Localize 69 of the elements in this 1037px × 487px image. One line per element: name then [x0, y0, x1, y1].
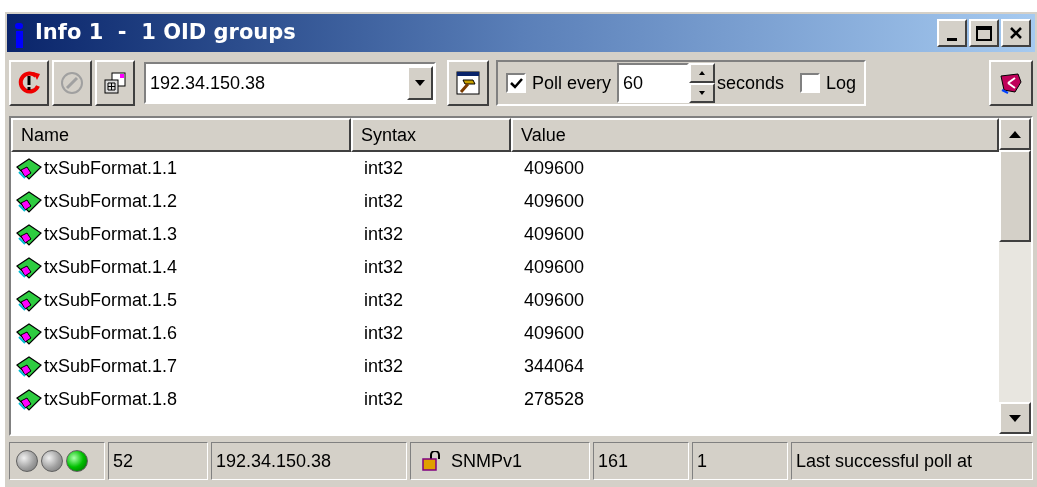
table-cell-text: txSubFormat.1.3 [44, 223, 178, 246]
table-cell-text: txSubFormat.1.2 [44, 190, 178, 213]
table-cell-text: 278528 [523, 388, 586, 411]
table-cell-text: 409600 [523, 157, 586, 180]
table-cell-text: txSubFormat.1.4 [44, 256, 178, 279]
hammer-icon [455, 70, 481, 96]
table-cell-text: 409600 [523, 289, 586, 312]
table-cell-text: int32 [363, 289, 405, 312]
table-cell-text: int32 [363, 223, 405, 246]
table-cell-text: 409600 [523, 223, 586, 246]
table-cell-text: 409600 [523, 190, 586, 213]
object-icon [15, 387, 43, 412]
object-icon [15, 354, 43, 379]
status-count: 52 [108, 442, 208, 480]
log-checkbox[interactable] [800, 73, 821, 93]
groups-button[interactable] [95, 60, 135, 106]
table-cell-text: int32 [363, 256, 405, 279]
column-header[interactable]: Syntax [351, 118, 511, 152]
table-cell-text: 409600 [523, 322, 586, 345]
table-cell-text: int32 [363, 157, 405, 180]
disconnect-button[interactable] [989, 60, 1033, 106]
object-icon [15, 189, 43, 214]
address-combobox[interactable]: 192.34.150.38 [144, 62, 436, 104]
table-cell-text: int32 [363, 190, 405, 213]
vertical-scrollbar[interactable] [999, 118, 1031, 434]
column-header[interactable]: Value [511, 118, 999, 152]
unit-label: seconds [717, 71, 785, 95]
close-button[interactable] [1001, 19, 1031, 47]
windows-icon [102, 70, 128, 96]
minimize-button[interactable] [937, 19, 967, 47]
table-cell-text: 344064 [523, 355, 586, 378]
object-icon [15, 321, 43, 346]
window-title: Info 1 - 1 OID groups [35, 19, 296, 47]
object-icon [15, 222, 43, 247]
table-cell-text: int32 [363, 355, 405, 378]
padlock-icon [421, 451, 443, 471]
table-cell-text: int32 [363, 322, 405, 345]
log-label: Log [826, 71, 857, 95]
interval-field[interactable]: 60 [617, 63, 690, 103]
status-protocol: SNMPv1 [451, 449, 522, 473]
object-icon [15, 288, 43, 313]
tool-button[interactable] [447, 60, 489, 106]
scroll-up-icon[interactable] [1009, 130, 1021, 138]
refresh-button[interactable] [9, 60, 49, 106]
table-cell-text: txSubFormat.1.5 [44, 289, 178, 312]
interval-spinner[interactable] [689, 63, 716, 103]
poll-label: Poll every [532, 71, 612, 95]
status-address: 192.34.150.38 [211, 442, 407, 480]
status-field: 1 [692, 442, 788, 480]
table-cell-text: 409600 [523, 256, 586, 279]
status-port: 161 [593, 442, 689, 480]
refresh-icon [16, 70, 42, 96]
table-cell-text: txSubFormat.1.8 [44, 388, 178, 411]
scroll-down-icon[interactable] [1009, 414, 1021, 422]
table-cell-text: txSubFormat.1.7 [44, 355, 178, 378]
column-header[interactable]: Name [11, 118, 351, 152]
check-icon [509, 77, 523, 89]
stop-button[interactable] [52, 60, 92, 106]
table-cell-text: int32 [363, 388, 405, 411]
table-cell-text: txSubFormat.1.1 [44, 157, 178, 180]
object-icon [15, 156, 43, 181]
poll-checkbox[interactable] [506, 73, 526, 93]
table-cell-text: txSubFormat.1.6 [44, 322, 178, 345]
status-message: Last successful poll at [791, 442, 1033, 480]
maximize-button[interactable] [969, 19, 999, 47]
close-icon [1009, 26, 1023, 40]
stop-icon [59, 70, 85, 96]
disconnect-icon [998, 70, 1024, 96]
object-icon [15, 255, 43, 280]
